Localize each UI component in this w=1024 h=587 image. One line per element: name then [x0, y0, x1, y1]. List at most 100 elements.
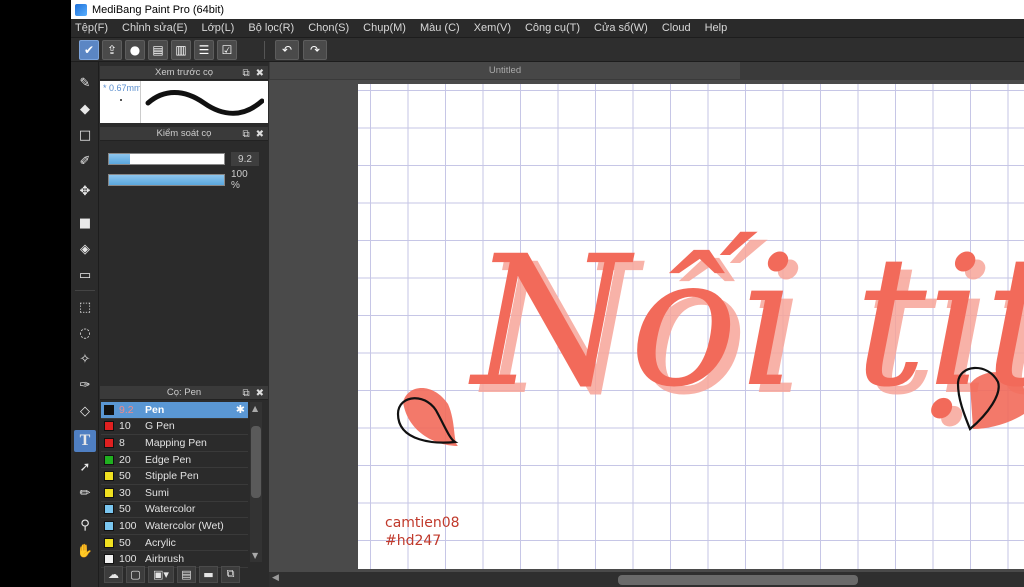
menu-color[interactable]: Màu (C) — [420, 22, 460, 34]
duplicate-icon[interactable]: ⧉ — [221, 565, 240, 583]
new-brush-icon[interactable]: ▢ — [126, 565, 145, 583]
menu-help[interactable]: Help — [705, 22, 728, 34]
brush-size: 8 — [119, 436, 125, 449]
opacity-slider[interactable] — [108, 174, 225, 186]
brush-control-title: Kiểm soát cọ — [156, 128, 212, 139]
speech-bubble-icon[interactable]: ● — [125, 40, 145, 60]
canvas-paper[interactable]: Nối tịt Nối tịt camtien08 #hd247 — [358, 84, 1024, 569]
gear-icon[interactable]: ✱ — [236, 403, 245, 416]
menu-filter[interactable]: Bộ lọc(R) — [248, 22, 294, 34]
size-value[interactable]: 9.2 — [231, 152, 259, 166]
select-eraser-icon[interactable]: ◇ — [74, 400, 96, 422]
popout-icon[interactable]: ⧉ — [242, 68, 249, 79]
brush-name: Edge Pen — [145, 453, 192, 466]
menu-edit[interactable]: Chỉnh sửa(E) — [122, 22, 187, 34]
popout-icon[interactable]: ⧉ — [242, 129, 249, 140]
checklist-icon[interactable]: ☑ — [217, 40, 237, 60]
popout-icon[interactable]: ⧉ — [242, 388, 249, 399]
brush-color-swatch — [104, 537, 114, 548]
scroll-down-icon[interactable]: ▼ — [252, 551, 258, 560]
menu-tools[interactable]: Công cụ(T) — [525, 22, 580, 34]
brush-control-panel: Kiểm soát cọ ⧉ ✖ 9.2 100 % — [100, 127, 268, 385]
brush-item[interactable]: 8 Mapping Pen — [101, 435, 248, 452]
undo-icon[interactable]: ↶ — [275, 40, 299, 60]
fill-rect-icon[interactable]: ■ — [74, 212, 96, 234]
brush-preview-canvas: * 0.67mm — [100, 81, 268, 123]
divide-icon[interactable]: ✏ — [74, 482, 96, 504]
close-icon[interactable]: ✖ — [256, 68, 264, 79]
brush-color-swatch — [104, 554, 114, 565]
brush-item[interactable]: 50 Stipple Pen — [101, 468, 248, 485]
comment-icon[interactable]: ▤ — [148, 40, 168, 60]
brush-item[interactable]: 100 Watercolor (Wet) — [101, 518, 248, 535]
redo-icon[interactable]: ↷ — [303, 40, 327, 60]
brush-color-swatch — [104, 421, 114, 432]
menu-view[interactable]: Xem(V) — [474, 22, 511, 34]
scroll-thumb[interactable] — [251, 426, 261, 498]
text-icon[interactable]: T — [74, 430, 96, 452]
gradient-icon[interactable]: ▭ — [74, 264, 96, 286]
scroll-up-icon[interactable]: ▲ — [252, 404, 258, 413]
canvas-scroll-thumb[interactable] — [618, 575, 858, 585]
blend-icon[interactable]: ✐ — [74, 150, 96, 172]
brush-name: Mapping Pen — [145, 436, 207, 449]
brush-name: Watercolor (Wet) — [145, 519, 224, 532]
brush-color-swatch — [104, 404, 114, 415]
hand-icon[interactable]: ✋ — [74, 540, 96, 562]
opacity-value[interactable]: 100 % — [231, 169, 259, 191]
toolbar-separator — [264, 41, 265, 59]
select-pen-icon[interactable]: ✑ — [74, 374, 96, 396]
menu-cloud[interactable]: Cloud — [662, 22, 691, 34]
list-icon[interactable]: ☰ — [194, 40, 214, 60]
brush-size: 100 — [119, 519, 137, 532]
magic-wand-icon[interactable]: ✧ — [74, 348, 96, 370]
brush-name: Sumi — [145, 486, 169, 499]
eraser-icon[interactable]: ◆ — [74, 98, 96, 120]
brush-item[interactable]: 9.2 Pen ✱ — [101, 402, 248, 419]
menu-file[interactable]: Tệp(F) — [75, 22, 108, 34]
brush-color-swatch — [104, 520, 114, 531]
page-icon[interactable]: ▥ — [171, 40, 191, 60]
add-brush-menu-icon[interactable]: ▣▾ — [148, 565, 174, 583]
brush-list-scrollbar[interactable]: ▲ ▼ — [250, 402, 262, 562]
brush-panel-footer: ☁ ▢ ▣▾ ▤ ▬ ⧉ — [100, 564, 268, 584]
dot-icon[interactable]: □ — [74, 124, 96, 146]
select-rect-icon[interactable]: ⬚ — [74, 296, 96, 318]
select-lasso-icon[interactable]: ◌ — [74, 322, 96, 344]
menu-window[interactable]: Cửa sổ(W) — [594, 22, 648, 34]
brush-item[interactable]: 50 Watercolor — [101, 502, 248, 519]
operation-icon[interactable]: ➚ — [74, 456, 96, 478]
close-icon[interactable]: ✖ — [256, 129, 264, 140]
brush-item[interactable]: 20 Edge Pen — [101, 452, 248, 469]
title-bar: MediBang Paint Pro (64bit) — [71, 0, 1024, 19]
size-slider[interactable] — [108, 153, 225, 165]
bucket-icon[interactable]: ◈ — [74, 238, 96, 260]
brush-preview-size: * 0.67mm — [103, 83, 142, 93]
brush-preview-header: Xem trước cọ ⧉ ✖ — [100, 66, 268, 80]
check-icon[interactable]: ✔ — [79, 40, 99, 60]
brush-item[interactable]: 30 Sumi — [101, 485, 248, 502]
brush-settings-icon[interactable]: ▤ — [177, 565, 196, 583]
size-slider-fill — [109, 154, 130, 164]
dropper-icon[interactable]: ⚲ — [74, 514, 96, 536]
folder-icon[interactable]: ▬ — [199, 565, 218, 583]
brush-item[interactable]: 10 G Pen — [101, 419, 248, 436]
app-logo-icon — [75, 3, 87, 16]
scroll-left-icon[interactable]: ◀ — [272, 573, 279, 583]
share-icon[interactable]: ⇪ — [102, 40, 122, 60]
menu-select[interactable]: Chọn(S) — [308, 22, 349, 34]
brush-panel-title: Cọ: Pen — [166, 387, 202, 398]
tool-column: ✎ ◆ □ ✐ ✥ ■ ◈ ▭ ⬚ ◌ ✧ ✑ ◇ T ➚ ✏ ⚲ ✋ — [71, 62, 99, 587]
brush-list: 9.2 Pen ✱ 10 G Pen 8 Mapping Pen 20 Edge Pen 50 St… — [101, 402, 248, 568]
document-tab[interactable]: Untitled — [270, 62, 740, 79]
brush-control-header: Kiểm soát cọ ⧉ ✖ — [100, 127, 268, 141]
stroke-preview — [145, 90, 264, 116]
menu-capture[interactable]: Chụp(M) — [363, 22, 406, 34]
close-icon[interactable]: ✖ — [256, 388, 264, 399]
cloud-icon[interactable]: ☁ — [104, 565, 123, 583]
move-icon[interactable]: ✥ — [74, 180, 96, 202]
menu-layer[interactable]: Lớp(L) — [201, 22, 234, 34]
canvas-horizontal-scrollbar[interactable]: ◀ — [269, 572, 1024, 587]
brush-item[interactable]: 50 Acrylic — [101, 535, 248, 552]
brush-icon[interactable]: ✎ — [74, 72, 96, 94]
